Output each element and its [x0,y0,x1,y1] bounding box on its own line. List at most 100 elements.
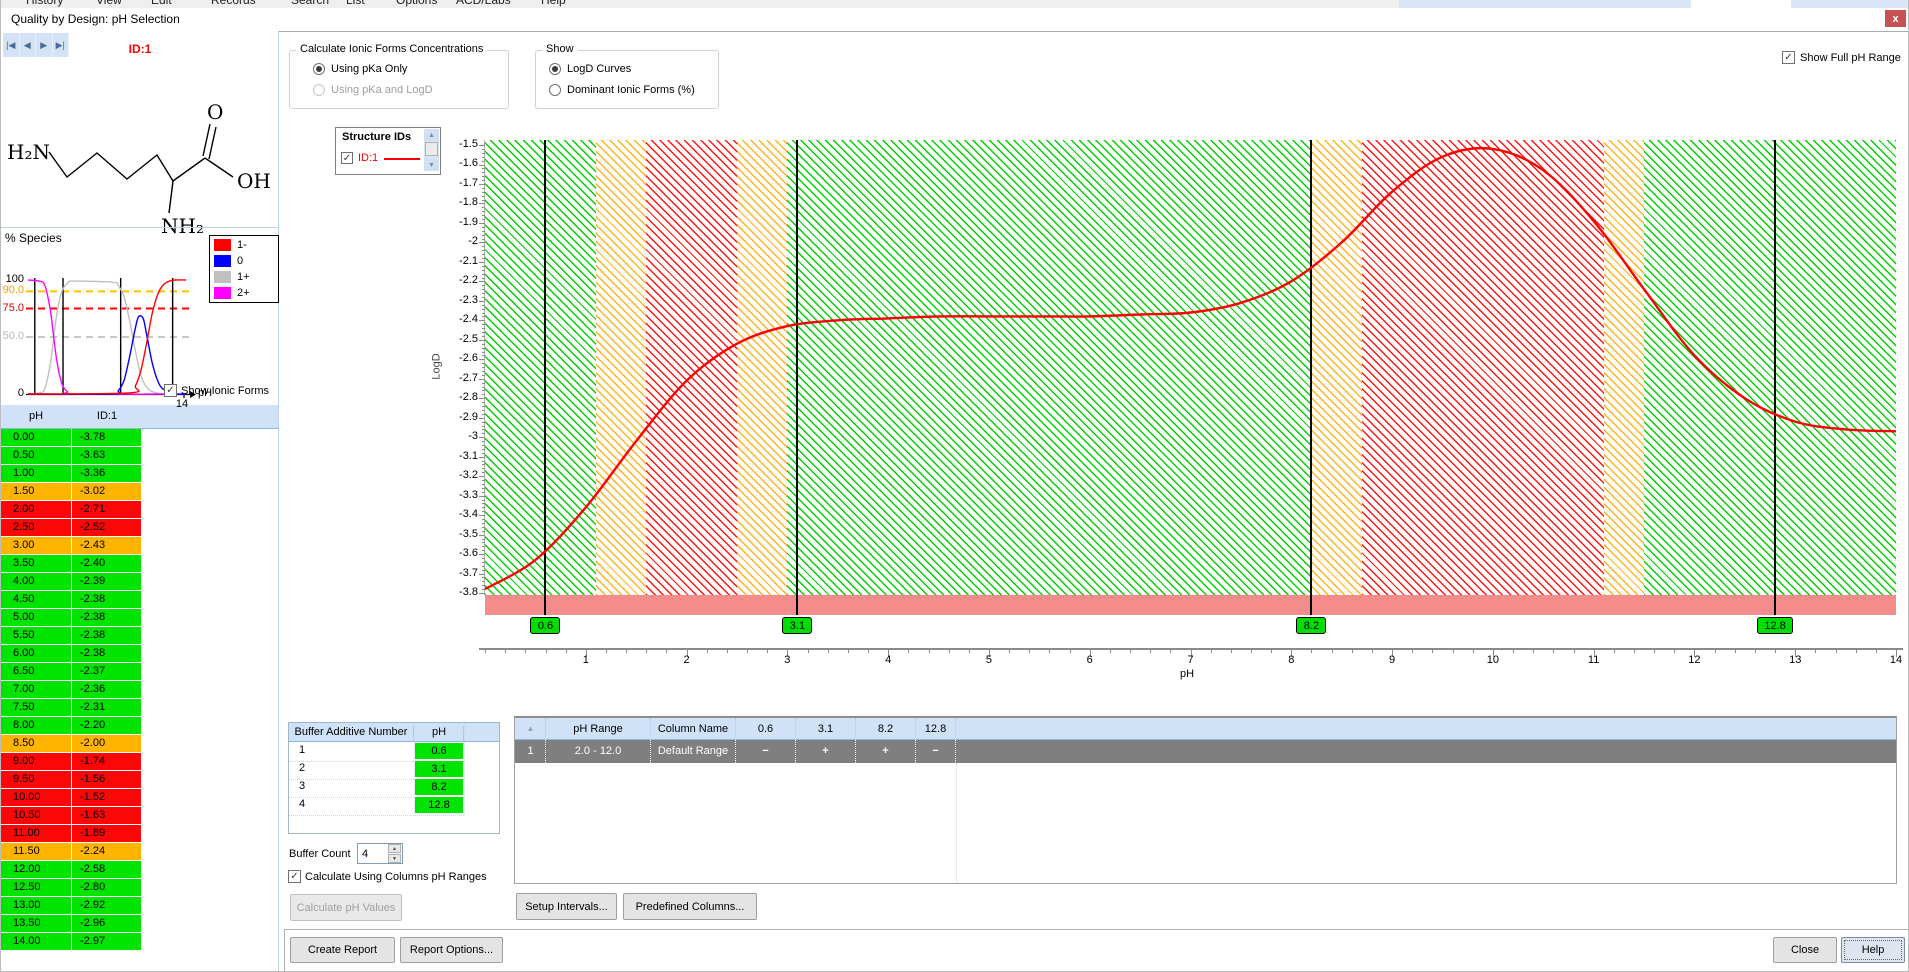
y-tick [479,418,485,419]
range-row-flag-8.2[interactable]: + [856,740,916,763]
y-tick [482,192,485,193]
structure-id-checkbox[interactable]: ✓ [341,152,353,164]
y-tick-label: -3.5 [440,528,478,540]
menu-item-records[interactable]: Records [211,0,256,7]
structure-ids-title: Structure IDs [342,131,411,143]
setup-intervals-button[interactable]: Setup Intervals... [516,893,617,920]
show-ionic-forms-checkbox[interactable]: ✓ [164,384,177,397]
x-tick-label: 5 [969,654,1009,666]
buffer-ph-marker[interactable]: 8.2 [1296,617,1326,634]
y-tick [482,196,485,197]
y-tick [482,589,485,590]
y-tick-label: -3.2 [440,469,478,481]
y-tick [479,437,485,438]
range-row-flag-3.1[interactable]: + [796,740,856,763]
buffer-ph-line[interactable] [1310,140,1312,615]
y-tick [482,176,485,177]
ph-table-cell-logd: -2.80 [72,879,142,897]
range-table-selected-row[interactable]: 12.0 - 12.0Default Range−++− [515,740,1896,763]
radio-dominant-ionic-forms[interactable] [549,84,561,96]
buffer-row-ph-cell[interactable]: 3.1 [415,761,463,777]
create-report-button[interactable]: Create Report [290,937,395,963]
menu-item-edit[interactable]: Edit [151,0,172,7]
spin-down-icon[interactable]: ▼ [388,854,401,863]
buffer-ph-line[interactable] [1774,140,1776,615]
range-row-flag-12.8[interactable]: − [916,740,956,763]
calc-ionic-forms-group-label: Calculate Ionic Forms Concentrations [296,43,487,55]
y-tick [482,562,485,563]
buffer-row-ph-cell[interactable]: 8.2 [415,779,463,795]
ph-table-cell-logd: -2.38 [72,645,142,663]
close-icon[interactable]: x [1885,10,1906,27]
buffer-count-stepper[interactable]: ▲ ▼ [357,843,403,864]
buffer-ph-marker[interactable]: 3.1 [782,617,812,634]
buffer-count-input[interactable] [360,845,390,863]
y-tick [482,324,485,325]
sort-icon[interactable]: ▲ [516,718,546,740]
help-button[interactable]: Help [1841,937,1905,963]
menu-item-options[interactable]: Options [396,0,437,7]
range-row-flag-0.6[interactable]: − [736,740,796,763]
show-full-ph-range-checkbox[interactable]: ✓ [1782,51,1795,64]
x-tick [908,650,909,653]
zone-band-caution [596,140,646,595]
show-groupbox: Show [535,50,719,109]
buffer-row-ph-cell[interactable]: 12.8 [415,797,463,813]
y-tick [482,464,485,465]
ph-table-cell-logd: -2.31 [72,699,142,717]
y-tick [479,476,485,477]
menu-item-view[interactable]: View [96,0,122,7]
range-table-header-ph-12.8[interactable]: 12.8 [916,718,956,740]
x-tick-label: 2 [667,654,707,666]
buffer-ph-marker[interactable]: 0.6 [530,617,560,634]
ph-table-cell-logd: -2.39 [72,573,142,591]
report-options-button[interactable]: Report Options... [400,937,503,963]
range-table-header-ph-8.2[interactable]: 8.2 [856,718,916,740]
y-tick [482,550,485,551]
spin-up-icon[interactable]: ▲ [388,844,401,853]
y-tick [482,367,485,368]
x-tick [1856,650,1857,653]
range-table-header-ph-0.6[interactable]: 0.6 [736,718,796,740]
range-table-header-column-name[interactable]: Column Name [651,718,736,740]
menu-item-acdlabs[interactable]: ACD/Labs [456,0,511,7]
scroll-up-icon[interactable]: ▲ [424,129,439,141]
y-tick [482,207,485,208]
radio-logd-curves[interactable] [549,63,561,75]
range-row-column-name[interactable]: Default Range [651,740,736,763]
x-tick [1130,650,1131,653]
calc-using-columns-checkbox[interactable]: ✓ [288,870,301,883]
y-tick [482,500,485,501]
y-tick [482,355,485,356]
x-tick [606,650,607,653]
range-table-header-ph-range[interactable]: pH Range [546,718,651,740]
scrollbar-thumb[interactable] [425,142,438,156]
close-button[interactable]: Close [1773,937,1837,963]
y-tick [482,168,485,169]
range-row-number[interactable]: 1 [516,740,546,763]
buffer-ph-line[interactable] [544,140,546,615]
range-row-ph-range[interactable]: 2.0 - 12.0 [546,740,651,763]
scroll-down-icon[interactable]: ▼ [424,159,439,171]
y-tick [482,585,485,586]
structure-id-label: ID:1 [358,152,378,164]
buffer-row-ph-cell[interactable]: 0.6 [415,743,463,759]
y-tick [482,309,485,310]
structure-ids-scrollbar[interactable]: ▲ ▼ [424,129,439,171]
menu-item-search[interactable]: Search [291,0,329,7]
y-tick [479,301,485,302]
zone-band-caution [737,140,787,595]
menu-item-list[interactable]: List [346,0,365,7]
range-table-header-ph-3.1[interactable]: 3.1 [796,718,856,740]
predefined-columns-button[interactable]: Predefined Columns... [623,893,757,920]
y-tick [482,422,485,423]
x-tick [1170,650,1171,653]
y-tick [482,180,485,181]
radio-using-pka-only[interactable] [313,63,325,75]
x-tick [747,650,748,653]
menu-item-help[interactable]: Help [541,0,566,7]
buffer-ph-line[interactable] [796,140,798,615]
buffer-ph-marker[interactable]: 12.8 [1757,617,1793,634]
menu-item-history[interactable]: History [26,0,63,7]
y-tick [479,242,485,243]
